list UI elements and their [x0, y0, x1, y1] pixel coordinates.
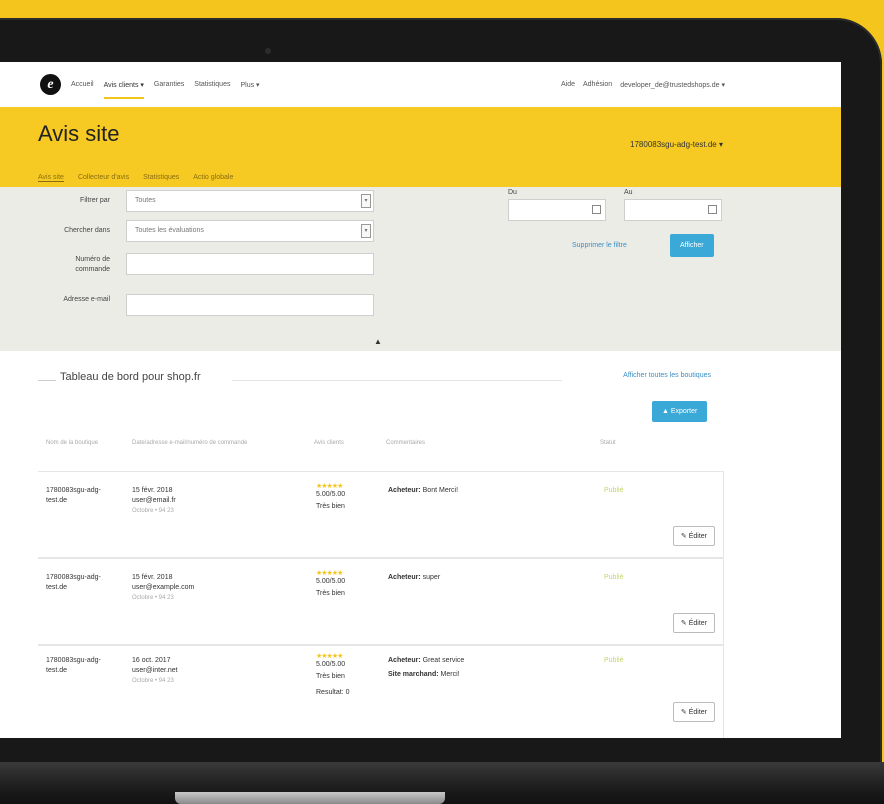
column-header: Nom de la boutique: [46, 440, 99, 446]
customer-email: user@example.com: [132, 584, 195, 591]
customer-email: user@email.fr: [132, 497, 176, 504]
order-number-input[interactable]: [126, 253, 374, 275]
date-to-label: Au: [624, 189, 633, 196]
email-input[interactable]: [126, 294, 374, 316]
dashboard-title: Tableau de bord pour shop.fr: [60, 371, 201, 383]
column-header: Commentaires: [386, 440, 426, 446]
rating-text: Très bien: [316, 503, 345, 510]
select-arrow-icon: ▾: [361, 194, 371, 208]
search-in-select[interactable]: Toutes les évaluations ▾: [126, 220, 374, 242]
filter-panel: Filtrer par Toutes ▾ Chercher dans Toute…: [0, 187, 841, 351]
column-header: Date/adresse e-mail/numéro de commande: [132, 440, 248, 446]
nav-statistics[interactable]: Statistiques: [194, 81, 230, 88]
filter-by-label: Filtrer par: [80, 197, 110, 204]
status-badge: Publié: [604, 574, 624, 581]
table-row: 1780083sgu-adg-test.de 16 oct. 2017 user…: [38, 645, 724, 738]
search-in-value: Toutes les évaluations: [135, 227, 204, 234]
dashboard: Tableau de bord pour shop.fr Afficher to…: [0, 351, 841, 738]
comment-label: Acheteur:: [388, 574, 421, 581]
status-badge: Publié: [604, 657, 624, 664]
rating-score: 5.00/5.00: [316, 578, 346, 585]
date-from-input[interactable]: [508, 199, 606, 221]
review-date: 15 févr. 2018: [132, 574, 173, 581]
divider: [232, 380, 562, 381]
page-title: Avis site: [38, 121, 120, 146]
nav-home[interactable]: Accueil: [71, 81, 94, 88]
shop-reply-text: Merci!: [440, 671, 460, 678]
filter-by-value: Toutes: [135, 197, 156, 204]
date-to-input[interactable]: [624, 199, 722, 221]
tab-site-reviews[interactable]: Avis site: [38, 174, 64, 182]
logo-icon[interactable]: e: [40, 74, 61, 95]
shop-name: 1780083sgu-adg-test.de: [46, 657, 101, 674]
customer-email: user@inter.net: [132, 667, 178, 674]
page-header: Avis site 1780083sgu-adg-test.de ▾ Avis …: [0, 107, 841, 187]
divider: [38, 380, 56, 381]
select-arrow-icon: ▾: [361, 224, 371, 238]
search-in-label: Chercher dans: [64, 227, 110, 234]
calendar-icon[interactable]: [708, 205, 717, 214]
top-nav: e Accueil Avis clients ▾ Garanties Stati…: [0, 62, 841, 107]
export-button[interactable]: ▲ Exporter: [652, 401, 708, 422]
email-label: Adresse e-mail: [63, 296, 110, 303]
review-date: 16 oct. 2017: [132, 657, 171, 664]
filter-by-select[interactable]: Toutes ▾: [126, 190, 374, 212]
rating-text: Très bien: [316, 673, 345, 680]
tab-review-collector[interactable]: Collecteur d'avis: [78, 174, 129, 182]
nav-reviews[interactable]: Avis clients ▾: [103, 81, 144, 99]
edit-button[interactable]: ✎ Éditer: [672, 526, 715, 546]
rating-text: Très bien: [316, 590, 345, 597]
shop-name: 1780083sgu-adg-test.de: [46, 487, 101, 504]
shop-name: 1780083sgu-adg-test.de: [46, 574, 101, 591]
edit-button[interactable]: ✎ Éditer: [672, 702, 715, 722]
status-badge: Publié: [604, 487, 624, 494]
comment-text: super: [422, 574, 441, 581]
rating-score: 5.00/5.00: [316, 491, 346, 498]
comment-text: Great service: [422, 657, 465, 664]
order-info: Octobre • 94 23: [132, 595, 174, 601]
screen: e Accueil Avis clients ▾ Garanties Stati…: [0, 62, 841, 738]
sub-tabs: Avis site Collecteur d'avis Statistiques…: [38, 174, 233, 182]
shop-reply-label: Site marchand:: [388, 671, 439, 678]
webcam: [265, 48, 271, 54]
nav-help[interactable]: Aide: [561, 81, 575, 89]
order-number-label: Numéro de commande: [75, 256, 110, 273]
laptop-hinge: [175, 792, 445, 804]
comment-label: Acheteur:: [388, 657, 421, 664]
show-button[interactable]: Afficher: [670, 234, 714, 257]
date-from-label: Du: [508, 189, 517, 196]
account-menu[interactable]: developer_de@trustedshops.de ▾: [620, 81, 725, 89]
comment-text: Bont Merci!: [422, 487, 459, 494]
result-count: Resultat: 0: [316, 689, 350, 696]
comment-label: Acheteur:: [388, 487, 421, 494]
tab-statistics[interactable]: Statistiques: [143, 174, 179, 182]
collapse-icon[interactable]: ▲: [374, 337, 382, 346]
nav-guarantees[interactable]: Garanties: [154, 81, 184, 88]
rating-score: 5.00/5.00: [316, 661, 346, 668]
column-header: Avis clients: [314, 440, 344, 446]
calendar-icon[interactable]: [592, 205, 601, 214]
order-info: Octobre • 94 23: [132, 678, 174, 684]
clear-filter-link[interactable]: Supprimer le filtre: [572, 242, 627, 249]
table-row: 1780083sgu-adg-test.de 15 févr. 2018 use…: [38, 558, 724, 645]
column-header: Statut: [600, 440, 616, 446]
table-row: 1780083sgu-adg-test.de 15 févr. 2018 use…: [38, 471, 724, 558]
order-info: Octobre • 94 23: [132, 508, 174, 514]
nav-more[interactable]: Plus ▾: [240, 81, 259, 89]
edit-button[interactable]: ✎ Éditer: [672, 613, 715, 633]
tab-global-action[interactable]: Actio globale: [193, 174, 233, 182]
shop-selector[interactable]: 1780083sgu-adg-test.de ▾: [630, 140, 723, 149]
review-date: 15 févr. 2018: [132, 487, 173, 494]
nav-membership[interactable]: Adhésion: [583, 81, 612, 89]
all-shops-link[interactable]: Afficher toutes les boutiques: [623, 372, 711, 379]
